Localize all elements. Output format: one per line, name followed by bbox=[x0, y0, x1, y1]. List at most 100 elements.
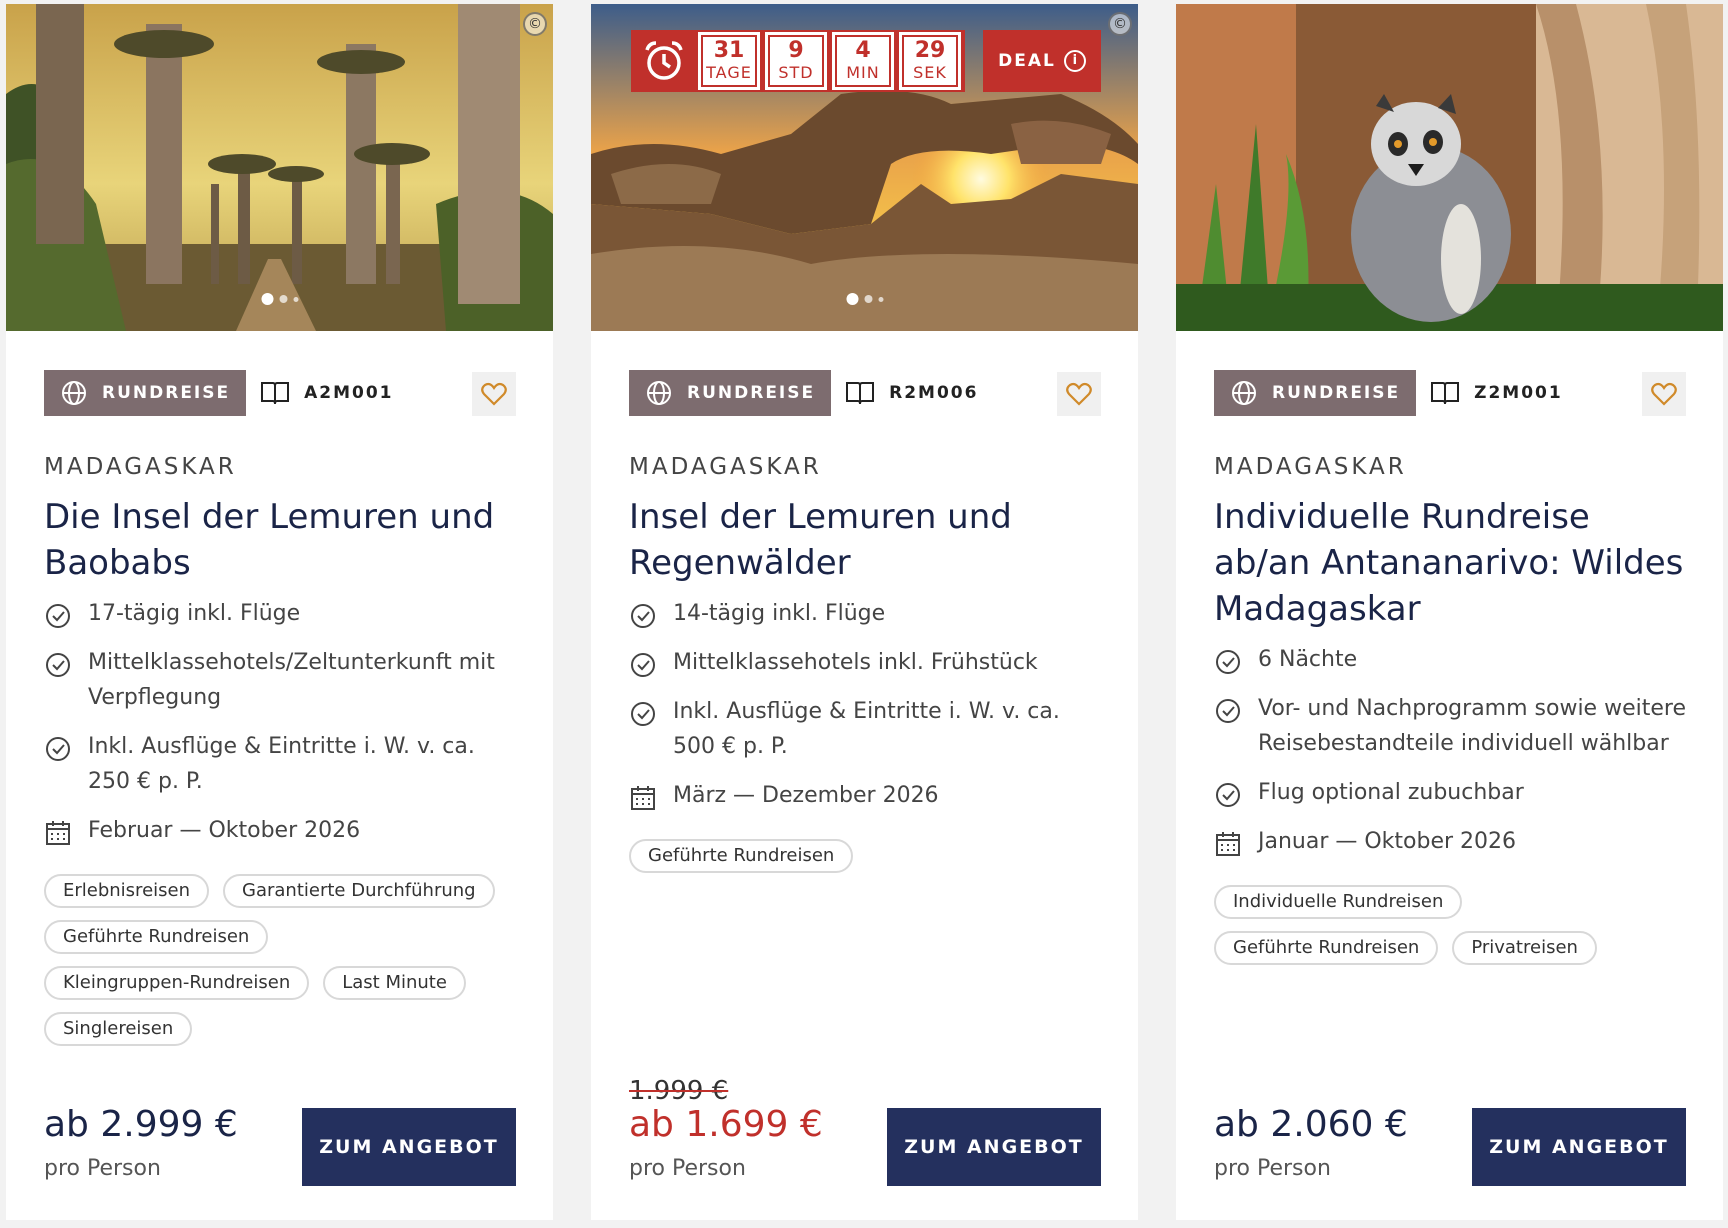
catalog-book-icon bbox=[261, 382, 290, 405]
deal-countdown: 31 TAGE 9 STD 4 MIN 29 SEK bbox=[631, 30, 965, 92]
feature-item: Vor- und Nachprogramm sowie weitere Reis… bbox=[1214, 691, 1686, 761]
tour-title[interactable]: Insel der Lemuren und Regenwälder bbox=[629, 494, 1101, 586]
tour-country: MADAGASKAR bbox=[44, 454, 237, 480]
tag-chip[interactable]: Privatreisen bbox=[1452, 931, 1597, 965]
carousel-dot[interactable] bbox=[864, 295, 872, 303]
tour-photo-rock-arch[interactable]: 31 TAGE 9 STD 4 MIN 29 SEK DEAL i © bbox=[591, 4, 1138, 331]
carousel-dots bbox=[261, 293, 298, 305]
tag-chip[interactable]: Kleingruppen-Rundreisen bbox=[44, 966, 310, 1000]
countdown-value: 29 bbox=[914, 38, 946, 63]
tour-tags: Individuelle Rundreisen Geführte Rundrei… bbox=[1214, 885, 1686, 965]
tour-code-label: A2M001 bbox=[304, 383, 394, 403]
feature-item: Mittelklassehotels/Zeltunterkunft mit Ve… bbox=[44, 645, 516, 715]
catalog-book-icon bbox=[846, 382, 875, 405]
countdown-unit: TAGE bbox=[706, 63, 752, 82]
price-per-person: pro Person bbox=[1214, 1156, 1331, 1181]
tour-title[interactable]: Die Insel der Lemuren und Baobabs bbox=[44, 494, 516, 586]
heart-icon bbox=[1651, 382, 1677, 406]
tour-price: ab 2.060 € bbox=[1214, 1104, 1408, 1145]
check-circle-icon bbox=[46, 604, 70, 628]
favorite-button[interactable] bbox=[1057, 372, 1101, 416]
feature-text: 17-tägig inkl. Flüge bbox=[88, 601, 301, 626]
travel-dates: März — Dezember 2026 bbox=[629, 778, 1101, 813]
tag-chip[interactable]: Singlereisen bbox=[44, 1012, 193, 1046]
tag-chip[interactable]: Last Minute bbox=[323, 966, 466, 1000]
tour-type-label: RUNDREISE bbox=[687, 383, 816, 403]
tour-features: 14-tägig inkl. Flüge Mittelklassehotels … bbox=[629, 596, 1101, 813]
travel-dates: Januar — Oktober 2026 bbox=[1214, 824, 1686, 859]
tag-chip[interactable]: Geführte Rundreisen bbox=[1214, 931, 1439, 965]
tour-card: 31 TAGE 9 STD 4 MIN 29 SEK DEAL i © RUND… bbox=[591, 4, 1138, 1220]
countdown-days: 31 TAGE bbox=[698, 32, 760, 90]
tag-chip[interactable]: Individuelle Rundreisen bbox=[1214, 885, 1463, 919]
check-circle-icon bbox=[1216, 650, 1240, 674]
tour-type-badge: RUNDREISE bbox=[1214, 370, 1417, 416]
feature-item: Flug optional zubuchbar bbox=[1214, 775, 1686, 810]
feature-text: Mittelklassehotels inkl. Frühstück bbox=[673, 650, 1038, 675]
favorite-button[interactable] bbox=[1642, 372, 1686, 416]
carousel-dot[interactable] bbox=[279, 295, 287, 303]
feature-text: Vor- und Nachprogramm sowie weitere Reis… bbox=[1258, 696, 1686, 756]
carousel-dot[interactable] bbox=[261, 293, 273, 305]
carousel-dot[interactable] bbox=[293, 296, 298, 302]
globe-icon bbox=[647, 381, 671, 405]
countdown-unit: SEK bbox=[913, 63, 947, 82]
countdown-value: 9 bbox=[788, 38, 804, 63]
globe-icon bbox=[62, 381, 86, 405]
tag-chip[interactable]: Erlebnisreisen bbox=[44, 874, 210, 908]
tour-card: © RUNDREISE A2M001 MADAGASKAR Die Insel … bbox=[6, 4, 553, 1220]
price-area: ab 2.060 € pro Person ZUM ANGEBOT bbox=[1214, 1064, 1686, 1186]
countdown-unit: STD bbox=[778, 63, 814, 82]
offer-button[interactable]: ZUM ANGEBOT bbox=[302, 1108, 516, 1186]
copyright-icon[interactable]: © bbox=[1108, 12, 1132, 36]
countdown-hours: 9 STD bbox=[765, 32, 827, 90]
carousel-dot[interactable] bbox=[878, 296, 883, 302]
countdown-value: 31 bbox=[713, 38, 745, 63]
price-area: ab 2.999 € pro Person ZUM ANGEBOT bbox=[44, 1064, 516, 1186]
tour-tags: Erlebnisreisen Garantierte Durchführung … bbox=[44, 874, 516, 1046]
feature-text: 14-tägig inkl. Flüge bbox=[673, 601, 886, 626]
offer-button[interactable]: ZUM ANGEBOT bbox=[887, 1108, 1101, 1186]
deal-label: DEAL bbox=[998, 51, 1056, 71]
tour-meta-row: RUNDREISE R2M006 bbox=[629, 370, 1101, 416]
tour-photo-baobabs[interactable]: © bbox=[6, 4, 553, 331]
copyright-icon[interactable]: © bbox=[523, 12, 547, 36]
check-circle-icon bbox=[1216, 783, 1240, 807]
tour-type-badge: RUNDREISE bbox=[44, 370, 247, 416]
feature-item: 6 Nächte bbox=[1214, 642, 1686, 677]
favorite-button[interactable] bbox=[472, 372, 516, 416]
tour-title[interactable]: Individuelle Rundreise ab/an Antananariv… bbox=[1214, 494, 1686, 632]
tour-code-label: Z2M001 bbox=[1474, 383, 1563, 403]
calendar-icon bbox=[1216, 832, 1240, 856]
travel-dates-text: Januar — Oktober 2026 bbox=[1258, 829, 1517, 854]
heart-icon bbox=[481, 382, 507, 406]
tour-price: ab 1.699 € bbox=[629, 1104, 823, 1145]
feature-item: 14-tägig inkl. Flüge bbox=[629, 596, 1101, 631]
tour-meta-row: RUNDREISE A2M001 bbox=[44, 370, 516, 416]
tag-chip[interactable]: Geführte Rundreisen bbox=[44, 920, 269, 954]
feature-item: Inkl. Ausflüge & Eintritte i. W. v. ca. … bbox=[44, 729, 516, 799]
info-icon[interactable]: i bbox=[1063, 50, 1086, 72]
check-circle-icon bbox=[46, 653, 70, 677]
tour-card-body: RUNDREISE A2M001 MADAGASKAR Die Insel de… bbox=[44, 370, 516, 1046]
tour-meta-row: RUNDREISE Z2M001 bbox=[1214, 370, 1686, 416]
tag-chip[interactable]: Geführte Rundreisen bbox=[629, 839, 854, 873]
tour-photo-lemur[interactable] bbox=[1176, 4, 1723, 331]
carousel-dot[interactable] bbox=[846, 293, 858, 305]
feature-text: 6 Nächte bbox=[1258, 647, 1358, 672]
countdown-value: 4 bbox=[855, 38, 871, 63]
travel-dates-text: Februar — Oktober 2026 bbox=[88, 818, 361, 843]
tour-features: 6 Nächte Vor- und Nachprogramm sowie wei… bbox=[1214, 642, 1686, 859]
countdown-minutes: 4 MIN bbox=[832, 32, 894, 90]
check-circle-icon bbox=[46, 737, 70, 761]
feature-text: Flug optional zubuchbar bbox=[1258, 780, 1524, 805]
deal-badge[interactable]: DEAL i bbox=[983, 30, 1101, 92]
offer-button[interactable]: ZUM ANGEBOT bbox=[1472, 1108, 1686, 1186]
feature-text: Inkl. Ausflüge & Eintritte i. W. v. ca. … bbox=[88, 734, 475, 794]
tag-chip[interactable]: Garantierte Durchführung bbox=[223, 874, 495, 908]
check-circle-icon bbox=[631, 604, 655, 628]
alarm-clock-icon bbox=[635, 34, 693, 88]
tour-price: ab 2.999 € bbox=[44, 1104, 238, 1145]
tour-code: R2M006 bbox=[845, 380, 978, 406]
tour-card-grid: © RUNDREISE A2M001 MADAGASKAR Die Insel … bbox=[6, 4, 1723, 1220]
